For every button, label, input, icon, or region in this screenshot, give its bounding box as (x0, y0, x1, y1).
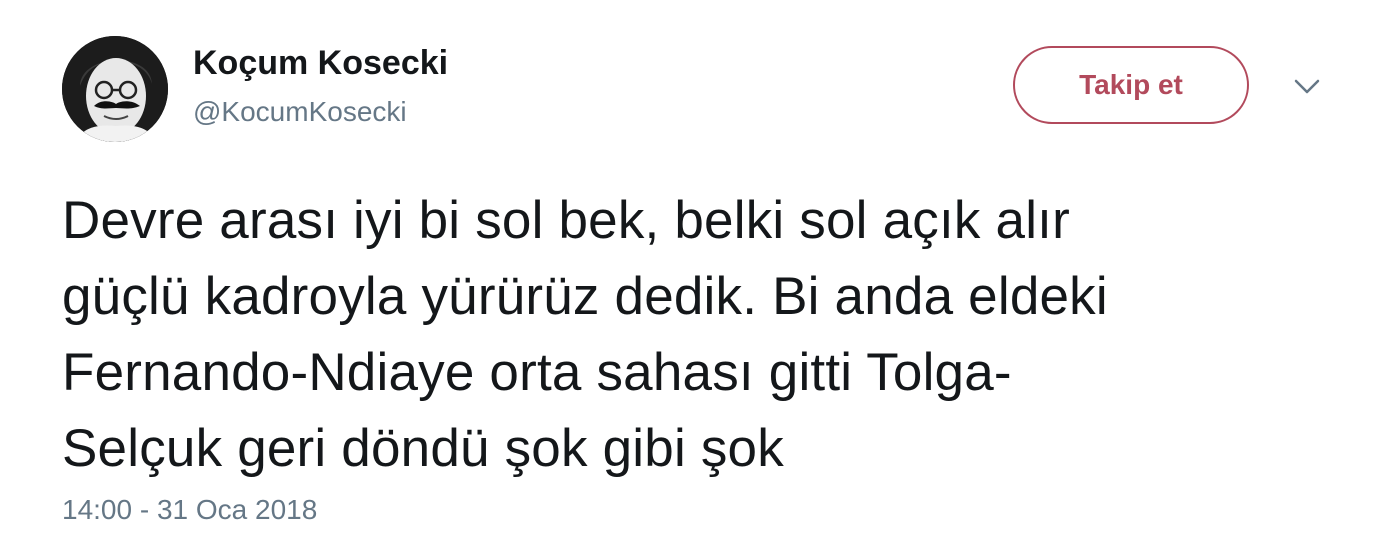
display-name[interactable]: Koçum Kosecki (193, 44, 448, 83)
user-handle[interactable]: @KocumKosecki (193, 96, 407, 128)
chevron-down-icon[interactable] (1292, 72, 1322, 102)
avatar[interactable] (62, 36, 168, 142)
tweet-text: Devre arası iyi bi sol bek, belki sol aç… (62, 191, 1108, 478)
follow-button[interactable]: Takip et (1013, 46, 1249, 124)
tweet-timestamp[interactable]: 14:00 - 31 Oca 2018 (62, 494, 317, 526)
tweet-card: Koçum Kosecki @KocumKosecki Takip et Dev… (0, 0, 1393, 555)
profile-photo-icon (62, 36, 168, 142)
